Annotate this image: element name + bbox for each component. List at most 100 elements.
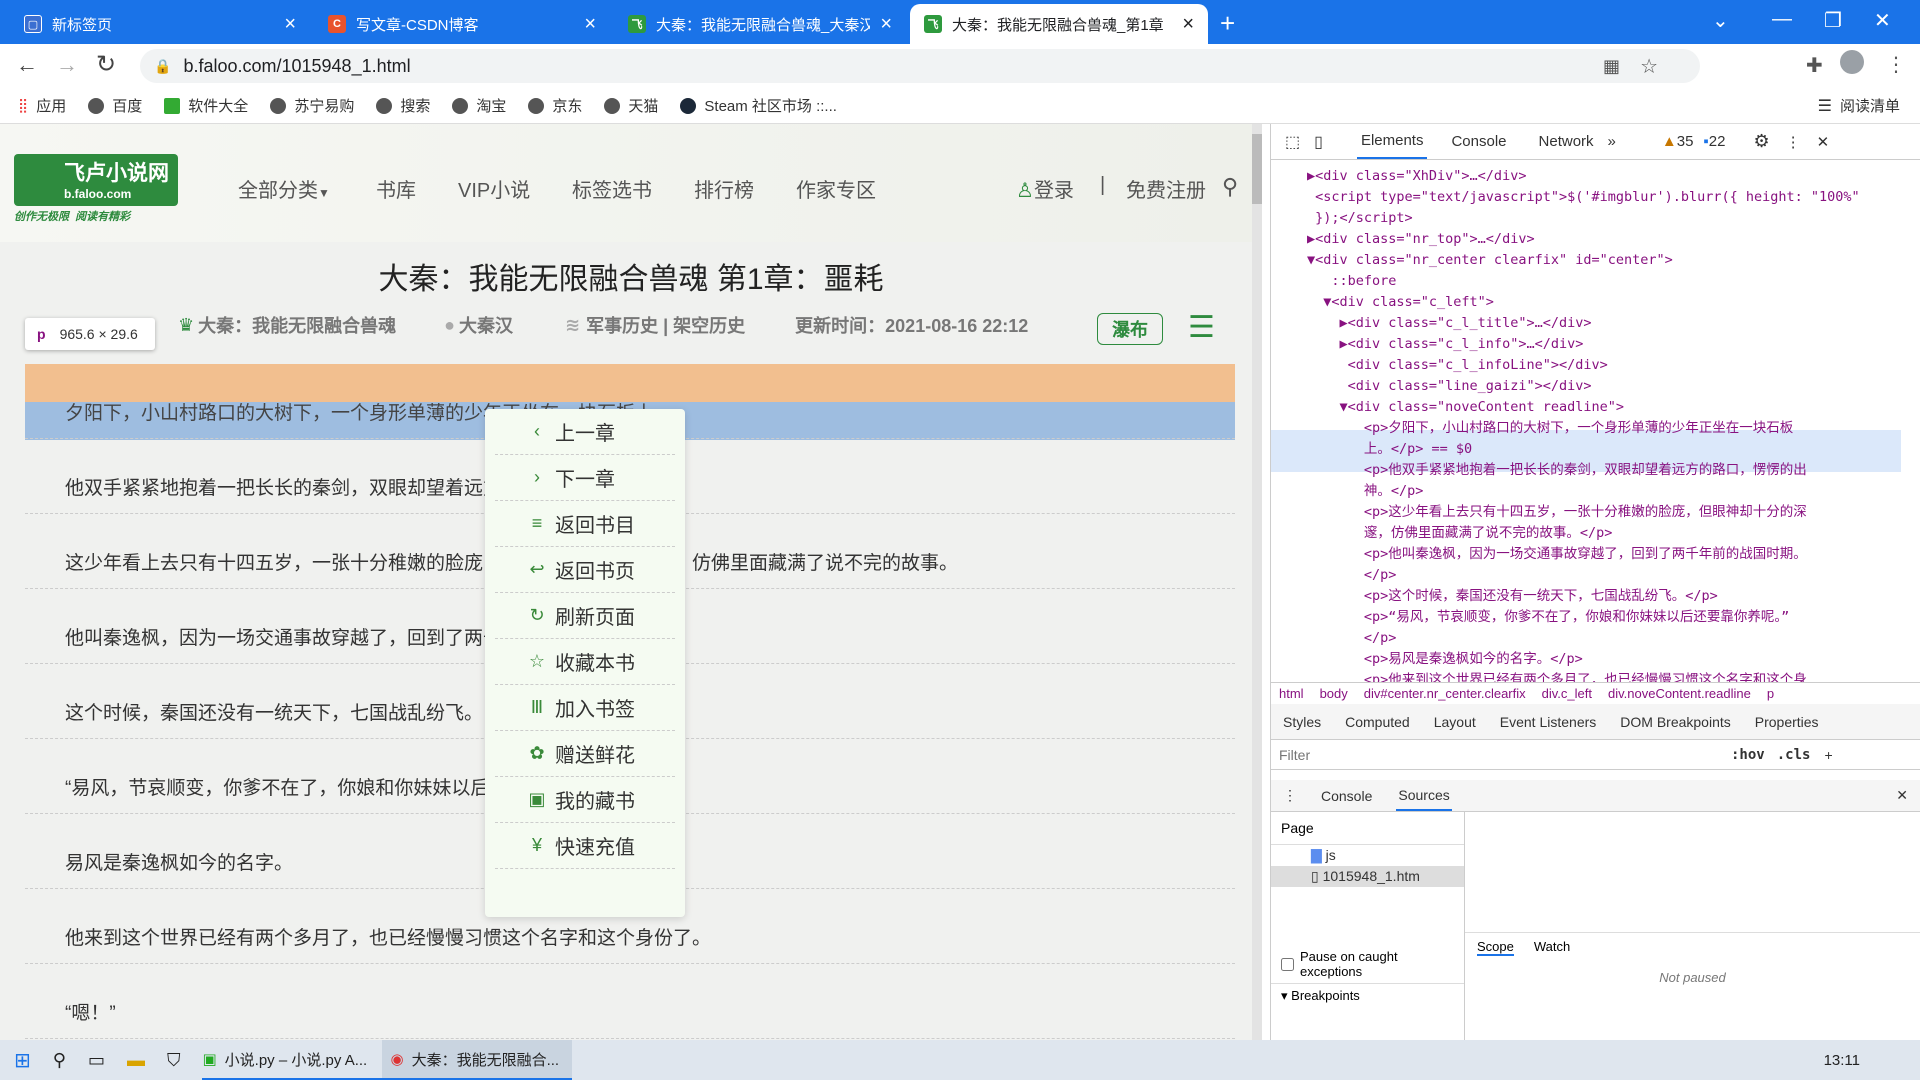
menu-bookmark[interactable]: Ⅲ 加入书签 xyxy=(495,685,675,731)
star-icon[interactable]: ☆ xyxy=(1640,54,1658,79)
device-icon[interactable]: ▯ xyxy=(1314,132,1323,152)
shield-icon[interactable]: ⛉ xyxy=(167,1050,181,1071)
plus-icon[interactable]: + xyxy=(1824,747,1832,763)
nav-vip[interactable]: VIP小说 xyxy=(458,174,530,203)
close-icon[interactable]: × xyxy=(584,14,596,34)
nav-all-categories[interactable]: 全部分类▼ xyxy=(238,174,330,203)
drawer-tab-console[interactable]: Console xyxy=(1321,788,1372,804)
dom-line[interactable]: </p> xyxy=(1307,565,1920,586)
close-window-button[interactable]: ✕ xyxy=(1874,8,1891,33)
address-bar[interactable]: 🔒 b.faloo.com/1015948_1.html ▦ ☆ xyxy=(140,49,1700,83)
crumb[interactable]: p xyxy=(1767,686,1774,701)
reading-list[interactable]: ☰ 阅读清单 xyxy=(1818,95,1900,116)
tab-styles[interactable]: Styles xyxy=(1283,714,1321,730)
crumb[interactable]: div.noveContent.readline xyxy=(1608,686,1751,701)
dom-line[interactable]: ▼<div class="nr_center clearfix" id="cen… xyxy=(1307,250,1920,271)
scope-tab[interactable]: Scope xyxy=(1477,939,1514,956)
breakpoints-header[interactable]: ▾ Breakpoints xyxy=(1271,983,1464,1008)
more-tabs-icon[interactable]: » xyxy=(1608,133,1616,150)
elements-tree[interactable]: ▶<div class="XhDiv">…</div> <script type… xyxy=(1271,160,1920,682)
drawer-menu-icon[interactable]: ⋮ xyxy=(1283,787,1297,804)
bookmark-apps[interactable]: ⣿ 应用 xyxy=(18,95,66,116)
dom-line[interactable]: <p>他来到这个世界已经有两个多月了，也已经慢慢习惯这个名字和这个身 xyxy=(1307,670,1920,682)
hov-toggle[interactable]: :hov xyxy=(1731,747,1765,763)
reload-icon[interactable]: ↻ xyxy=(96,50,116,79)
dom-line[interactable]: <div class="line_gaizi"></div> xyxy=(1307,376,1920,397)
waterfall-mode-button[interactable]: 瀑布 xyxy=(1097,313,1163,345)
dom-line[interactable]: ▶<div class="XhDiv">…</div> xyxy=(1307,166,1920,187)
menu-back-toc[interactable]: ≡ 返回书目 xyxy=(495,501,675,547)
menu-prev-chapter[interactable]: ‹ 上一章 xyxy=(495,409,675,455)
tab-search-icon[interactable]: ⌄ xyxy=(1712,8,1729,33)
forward-icon[interactable]: → xyxy=(56,52,78,78)
dom-line[interactable]: ::before xyxy=(1307,271,1920,292)
extensions-icon[interactable]: ✚ xyxy=(1806,53,1823,78)
menu-recharge[interactable]: ¥ 快速充值 xyxy=(495,823,675,869)
qr-icon[interactable]: ▦ xyxy=(1603,56,1620,77)
maximize-button[interactable]: ❐ xyxy=(1824,8,1842,33)
dom-line[interactable]: <p>易风是秦逸枫如今的名字。</p> xyxy=(1307,649,1920,670)
nav-tags[interactable]: 标签选书 xyxy=(572,174,652,203)
bookmark-suning[interactable]: 苏宁易购 xyxy=(270,95,354,116)
nav-authors[interactable]: 作家专区 xyxy=(796,174,876,203)
tab-event-listeners[interactable]: Event Listeners xyxy=(1500,714,1597,730)
dom-line[interactable]: <p>这个时候，秦国还没有一统天下，七国战乱纷飞。</p> xyxy=(1307,586,1920,607)
dom-line[interactable]: <p>他叫秦逸枫，因为一场交通事故穿越了，回到了两千年前的战国时期。 xyxy=(1307,544,1920,565)
windows-icon[interactable]: ⊞ xyxy=(14,1048,31,1073)
taskbar-chrome[interactable]: ◉ 大秦：我能无限融合... xyxy=(382,1040,573,1080)
tab-dom-breakpoints[interactable]: DOM Breakpoints xyxy=(1620,714,1730,730)
inspect-icon[interactable]: ⬚ xyxy=(1285,132,1300,152)
dom-line[interactable]: 上。</p> == $0 xyxy=(1307,439,1920,460)
bookmark-taobao[interactable]: 淘宝 xyxy=(452,95,506,116)
tab-console[interactable]: Console xyxy=(1451,133,1506,150)
menu-refresh[interactable]: ↻ 刷新页面 xyxy=(495,593,675,639)
tab-chapter[interactable]: 飞 大秦：我能无限融合兽魂_第1章 × xyxy=(910,4,1208,44)
page-scrollbar[interactable] xyxy=(1252,124,1262,1040)
dom-line[interactable]: ▶<div class="c_l_info">…</div> xyxy=(1307,334,1920,355)
message-count[interactable]: 22 xyxy=(1709,133,1726,150)
settings-icon[interactable]: ⚙ xyxy=(1753,131,1769,152)
close-icon[interactable]: ✕ xyxy=(1817,133,1830,151)
back-icon[interactable]: ← xyxy=(16,52,38,78)
styles-filter-input[interactable] xyxy=(1279,746,1719,763)
nav-library[interactable]: 书库 xyxy=(376,174,416,203)
menu-send-flower[interactable]: ✿ 赠送鲜花 xyxy=(495,731,675,777)
cls-toggle[interactable]: .cls xyxy=(1777,747,1811,763)
tab-csdn[interactable]: C 写文章-CSDN博客 × xyxy=(314,4,610,44)
dom-line[interactable]: <p>他双手紧紧地抱着一把长长的秦剑，双眼却望着远方的路口，愣愣的出 xyxy=(1307,460,1920,481)
dom-line[interactable]: <div class="c_l_infoLine"></div> xyxy=(1307,355,1920,376)
dom-line[interactable]: ▼<div class="noveContent readline"> xyxy=(1307,397,1920,418)
tab-layout[interactable]: Layout xyxy=(1434,714,1476,730)
bookmark-jd[interactable]: 京东 xyxy=(528,95,582,116)
watch-tab[interactable]: Watch xyxy=(1534,939,1570,956)
tab-elements[interactable]: Elements xyxy=(1356,124,1428,159)
close-drawer-icon[interactable]: ✕ xyxy=(1896,787,1908,804)
search-icon[interactable]: ⚲ xyxy=(53,1050,66,1071)
dom-line[interactable]: ▶<div class="c_l_title">…</div> xyxy=(1307,313,1920,334)
menu-next-chapter[interactable]: › 下一章 xyxy=(495,455,675,501)
tree-file[interactable]: ▯ 1015948_1.htm xyxy=(1271,866,1464,887)
kebab-icon[interactable]: ⋮ xyxy=(1786,133,1801,151)
tab-book-home[interactable]: 飞 大秦：我能无限融合兽魂_大秦汉 × xyxy=(614,4,906,44)
pause-exceptions-checkbox[interactable] xyxy=(1281,957,1294,971)
dom-line[interactable]: <script type="text/javascript">$('#imgbl… xyxy=(1307,187,1920,208)
avatar[interactable] xyxy=(1840,50,1864,74)
toc-icon[interactable]: ☰ xyxy=(1188,310,1215,345)
bookmark-steam[interactable]: Steam 社区市场 ::... xyxy=(680,95,837,116)
tab-computed[interactable]: Computed xyxy=(1345,714,1410,730)
dom-line[interactable]: 神。</p> xyxy=(1307,481,1920,502)
dom-line[interactable]: </p> xyxy=(1307,628,1920,649)
drawer-tab-sources[interactable]: Sources xyxy=(1396,781,1452,811)
register-link[interactable]: 免费注册 xyxy=(1126,174,1206,203)
menu-back-book[interactable]: ↩ 返回书页 xyxy=(495,547,675,593)
close-icon[interactable]: × xyxy=(880,14,892,34)
author-link[interactable]: 大秦汉 xyxy=(459,312,513,338)
crumb[interactable]: body xyxy=(1320,686,1348,701)
tab-network[interactable]: Network xyxy=(1539,133,1594,150)
tree-folder[interactable]: ▇ js xyxy=(1271,845,1464,866)
menu-icon[interactable]: ⋮ xyxy=(1886,52,1906,77)
book-link[interactable]: 大秦：我能无限融合兽魂 xyxy=(198,312,396,338)
crumb[interactable]: html xyxy=(1279,686,1304,701)
new-tab-button[interactable]: + xyxy=(1220,8,1235,39)
dom-line[interactable]: ▶<div class="nr_top">…</div> xyxy=(1307,229,1920,250)
